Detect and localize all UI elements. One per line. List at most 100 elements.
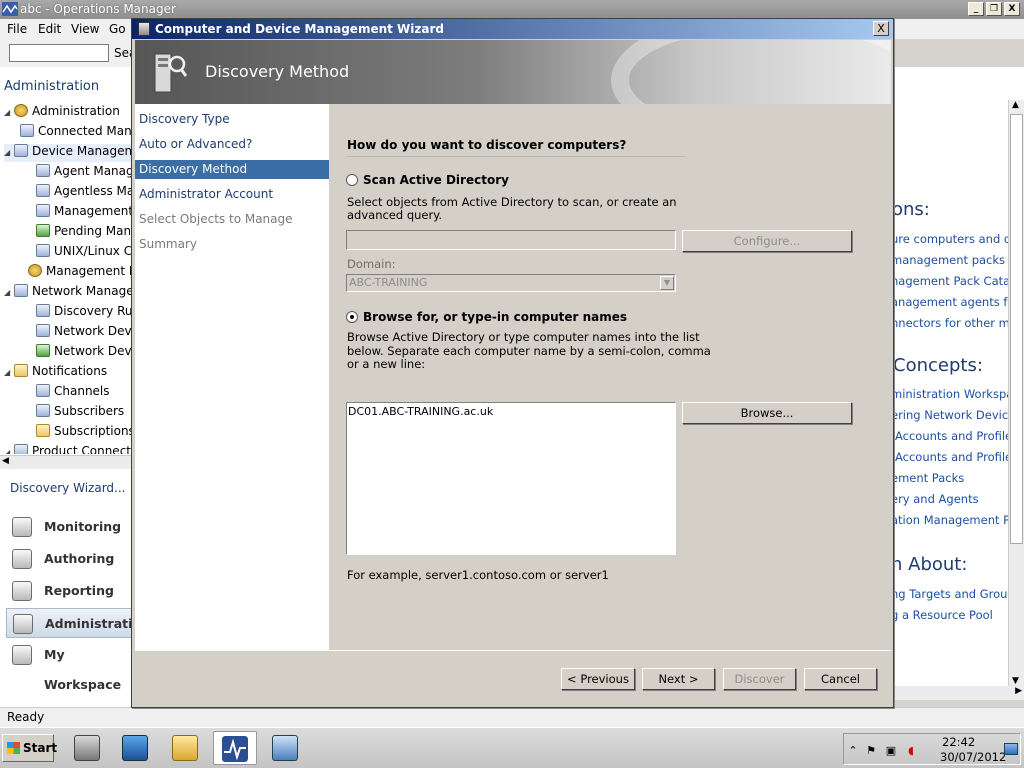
show-hidden-icons-icon[interactable]: ⌃ [846,744,860,757]
collapse-icon[interactable]: ◢ [4,288,14,297]
browse-computer-names-label[interactable]: Browse for, or type-in computer names [363,310,627,324]
help-link[interactable]: ement Packs [893,471,964,485]
wizard-title: Computer and Device Management Wizard [155,22,444,36]
collapse-icon[interactable]: ◢ [4,148,14,157]
scan-active-directory-radio[interactable] [346,174,358,186]
restore-button[interactable]: ❐ [986,2,1002,16]
scroll-left-icon[interactable]: ◀ [2,456,9,466]
scroll-up-icon[interactable]: ▲ [1012,100,1019,110]
help-link[interactable]: ng Targets and Groups [893,587,1021,601]
cancel-button[interactable]: Cancel [804,668,877,690]
tree-item-notifications[interactable]: ◢ Notifications [4,364,107,382]
network-icon[interactable]: ▣ [884,744,898,757]
show-desktop-icon[interactable] [1004,743,1018,755]
scroll-down-icon[interactable]: ▼ [1012,676,1019,686]
nav-button-my-workspace[interactable]: My Workspace [6,640,136,692]
scan-description: advanced query. [347,208,443,222]
tree-item-channels[interactable]: Channels [36,384,110,402]
menu-go[interactable]: Go [109,22,126,36]
search-input[interactable] [9,44,109,62]
help-link[interactable]: ery and Agents [893,492,979,506]
tree-item-management-packs[interactable]: Management Pa [28,264,143,282]
help-link[interactable]: anagement agents for [893,295,1019,309]
tree-item-network-management[interactable]: ◢ Network Manage [4,284,134,302]
example-hint: For example, server1.contoso.com or serv… [347,568,609,582]
help-link[interactable]: ministration Workspac [893,387,1020,401]
start-button[interactable]: Start [2,734,57,762]
minimize-button[interactable]: _ [968,2,984,16]
help-link[interactable]: ation Management Pack [893,513,1024,527]
tree-item-management-servers[interactable]: Management S [36,204,144,222]
tree-item-agentless-managed[interactable]: Agentless Man [36,184,142,202]
envelope-icon [14,364,28,377]
help-link[interactable]: g a Resource Pool [893,608,993,622]
scan-active-directory-label[interactable]: Scan Active Directory [363,173,509,187]
dropdown-arrow-icon: ▼ [660,276,674,290]
browse-button[interactable]: Browse... [682,402,852,424]
wizard-close-button[interactable]: X [873,21,889,36]
action-center-flag-icon[interactable]: ⚑ [864,744,878,757]
tree-item-subscriptions[interactable]: Subscriptions [36,424,135,442]
operations-manager-icon [222,736,248,762]
previous-button[interactable]: < Previous [561,668,635,690]
nav-button-reporting[interactable]: Reporting [6,576,136,606]
tree-item-subscribers[interactable]: Subscribers [36,404,124,422]
close-button[interactable]: X [1004,2,1020,16]
wizard-page-title: Discovery Method [205,62,350,81]
taskbar-console[interactable] [264,731,308,765]
horizontal-scrollbar[interactable]: ◀ [0,455,135,469]
volume-muted-icon[interactable]: ◖ [904,744,918,757]
configure-button: Configure... [682,230,852,252]
discovery-wizard-link[interactable]: Discovery Wizard... [10,481,125,495]
step-administrator-account[interactable]: Administrator Account [135,185,329,204]
computer-names-textarea[interactable]: DC01.ABC-TRAINING.ac.uk [346,402,676,555]
menu-view[interactable]: View [71,22,99,36]
reporting-icon [12,581,32,601]
nav-button-administration[interactable]: Administration [6,608,150,638]
taskbar-powershell[interactable] [114,731,158,765]
step-discovery-method[interactable]: Discovery Method [135,160,329,179]
menu-file[interactable]: File [7,22,27,36]
tree-item-administration[interactable]: ◢ Administration [4,104,120,122]
scroll-right-icon[interactable]: ▶ [1015,686,1022,696]
nav-button-authoring[interactable]: Authoring [6,544,136,574]
nav-button-monitoring[interactable]: Monitoring [6,512,136,542]
horizontal-scrollbar[interactable]: ▶ [893,686,1024,700]
collapse-icon[interactable]: ◢ [4,108,14,117]
tree-item-agent-managed[interactable]: Agent Manage [36,164,141,182]
help-link[interactable]: nnectors for other man [893,316,1024,330]
next-button[interactable]: Next > [642,668,715,690]
menu-edit[interactable]: Edit [38,22,61,36]
server-manager-icon [74,735,100,761]
gear-icon [14,104,28,117]
tree-item-unix-linux[interactable]: UNIX/Linux Cor [36,244,144,262]
browse-computer-names-radio[interactable] [346,311,358,323]
toolbar: Sea [0,39,140,67]
taskbar-explorer[interactable] [164,731,208,765]
agentless-icon [36,184,50,197]
vertical-scrollbar[interactable]: ▲ ▼ [1008,100,1024,686]
tree-item-product-connectors[interactable]: ◢ Product Connect [4,444,131,454]
taskbar-operations-manager[interactable] [213,731,257,765]
management-pack-icon [28,264,42,277]
help-link[interactable]: ering Network Devices [893,408,1021,422]
help-link[interactable]: Accounts and Profiles [895,429,1018,443]
step-summary: Summary [139,237,197,251]
nav-button-label: Reporting [44,583,114,598]
collapse-icon[interactable]: ◢ [4,448,14,454]
scrollbar-thumb[interactable] [1010,114,1023,544]
clock-time[interactable]: 22:42 [942,735,975,749]
help-link[interactable]: Accounts and Profiles f [895,450,1024,464]
taskbar-server-manager[interactable] [66,731,110,765]
tree-item-pending-management[interactable]: Pending Manag [36,224,146,242]
collapse-icon[interactable]: ◢ [4,368,14,377]
step-auto-or-advanced[interactable]: Auto or Advanced? [135,135,329,154]
help-link[interactable]: management packs [893,253,1005,267]
help-link[interactable]: nagement Pack Catalo [893,274,1020,288]
step-discovery-type[interactable]: Discovery Type [135,110,329,129]
clock-date[interactable]: 30/07/2012 [940,750,1006,764]
tree-item-connected-management[interactable]: Connected Mana [20,124,139,142]
help-link[interactable]: ure computers and dev [893,232,1024,246]
discover-button: Discover [723,668,796,690]
tree-item-device-management[interactable]: ◢ Device Managen [4,144,133,162]
